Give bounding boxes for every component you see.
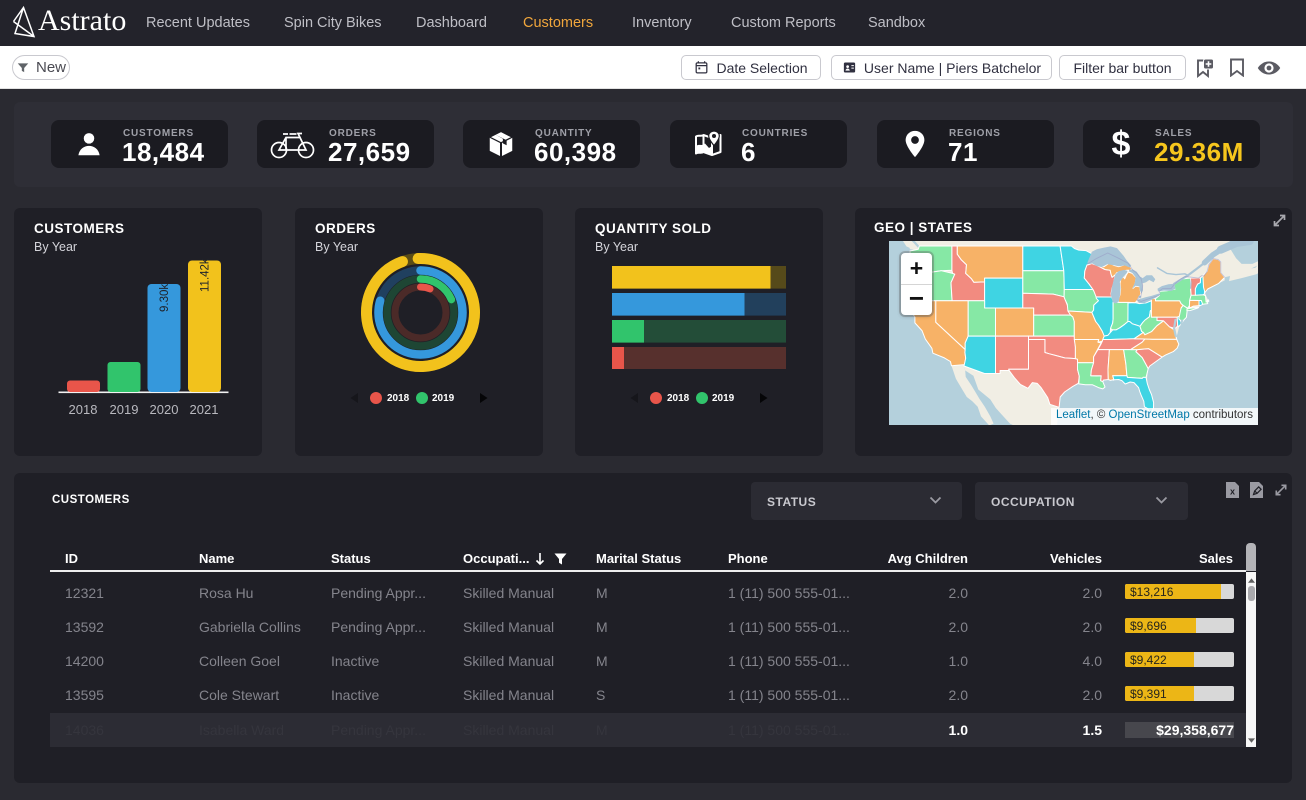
- svg-text:11.42k: 11.42k: [200, 258, 212, 292]
- svg-text:x: x: [1230, 487, 1235, 497]
- svg-text:9.30k: 9.30k: [159, 284, 171, 312]
